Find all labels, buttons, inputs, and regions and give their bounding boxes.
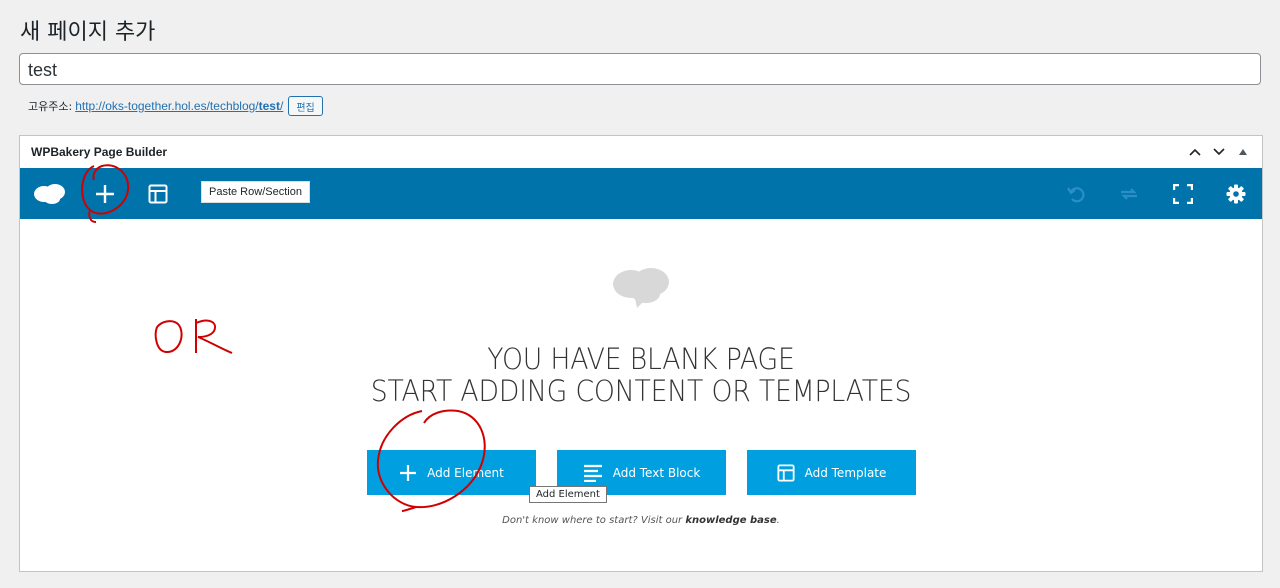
permalink-row: 고유주소: http://oks-together.hol.es/techblo… (28, 96, 323, 116)
page-title: 새 페이지 추가 (20, 20, 156, 45)
undo-icon (1067, 186, 1085, 202)
add-icon (400, 464, 417, 481)
add-element-toolbar-button[interactable] (90, 168, 120, 219)
vc-logo-icon[interactable] (32, 168, 68, 219)
templates-toolbar-button[interactable] (145, 168, 171, 219)
add-icon (96, 184, 114, 203)
add-template-button[interactable]: Add Template (747, 450, 916, 495)
settings-button[interactable] (1224, 168, 1248, 219)
permalink-link[interactable]: http://oks-together.hol.es/techblog/test… (75, 99, 283, 113)
fullscreen-button[interactable] (1171, 168, 1195, 219)
redo-button[interactable] (1117, 168, 1141, 219)
blank-line-2: START ADDING CONTENT OR TEMPLATES (370, 374, 912, 408)
wpbakery-postbox: WPBakery Page Builder Paste Row/Section … (19, 135, 1263, 572)
permalink-edit-button[interactable]: 편집 (288, 96, 323, 116)
move-down-icon[interactable] (1212, 145, 1226, 159)
help-text: Don't know where to start? Visit our kno… (502, 515, 780, 526)
fullscreen-icon (1173, 183, 1193, 204)
post-title-input[interactable]: test (19, 53, 1261, 85)
text-block-icon (583, 464, 602, 482)
collapse-toggle-icon[interactable] (1236, 145, 1250, 159)
layout-icon (148, 184, 168, 203)
move-up-icon[interactable] (1188, 145, 1202, 159)
blank-page-message: YOU HAVE BLANK PAGE START ADDING CONTENT… (20, 343, 1262, 407)
redo-icon (1121, 187, 1137, 200)
postbox-title: WPBakery Page Builder (31, 145, 168, 159)
postbox-header: WPBakery Page Builder (20, 136, 1262, 169)
paste-row-tooltip[interactable]: Paste Row/Section (201, 181, 310, 203)
knowledge-base-link[interactable]: knowledge base (685, 515, 776, 526)
add-element-label: Add Element (427, 465, 504, 480)
add-text-block-label: Add Text Block (612, 465, 701, 480)
gear-icon (1226, 184, 1246, 203)
undo-button[interactable] (1064, 168, 1088, 219)
builder-toolbar: Paste Row/Section (20, 168, 1262, 219)
add-element-tooltip: Add Element (529, 486, 607, 503)
add-element-button[interactable]: Add Element (367, 450, 536, 495)
layout-icon (777, 463, 795, 482)
add-template-label: Add Template (804, 465, 887, 480)
permalink-label: 고유주소: (28, 100, 73, 113)
blank-line-1: YOU HAVE BLANK PAGE (487, 342, 795, 376)
vc-logo-large-icon (611, 264, 673, 317)
